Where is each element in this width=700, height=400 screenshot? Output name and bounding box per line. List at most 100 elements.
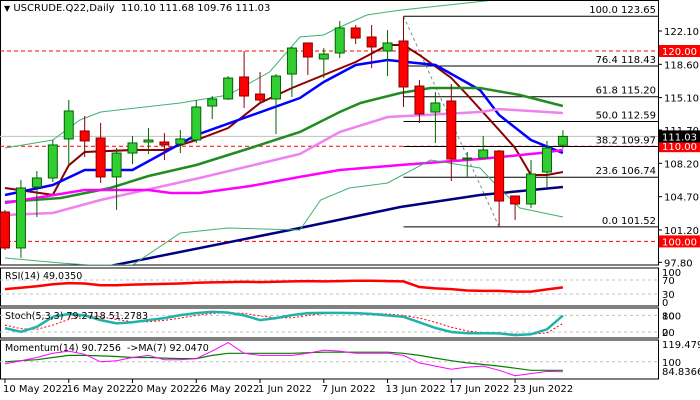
- price-axis-label: 115.10: [664, 94, 699, 105]
- candle-body: [0, 211, 10, 249]
- candle-body: [79, 130, 90, 142]
- candle-body: [366, 36, 377, 48]
- fib-level-label: 50.0 112.59: [596, 111, 656, 122]
- symbol-label: USCRUDE.Q22,Daily: [13, 3, 115, 14]
- price-axis-label: 118.60: [664, 60, 699, 71]
- candle-body: [334, 27, 345, 54]
- candle: [111, 148, 122, 210]
- candle-body: [47, 144, 58, 179]
- candle: [239, 50, 250, 109]
- rsi-label: RSI(14) 49.0350: [5, 271, 83, 282]
- time-axis-label: 16 May 2022: [67, 384, 132, 395]
- rsi-axis-label: 70: [662, 276, 675, 287]
- fib-level-label: 38.2 109.97: [596, 135, 656, 146]
- ema-mid-line: [4, 58, 564, 197]
- ema-fast-line: [4, 44, 564, 196]
- candle-body: [175, 138, 186, 145]
- candle-body: [223, 77, 234, 100]
- candle: [255, 72, 266, 103]
- candle-body: [478, 149, 489, 159]
- candle: [223, 76, 234, 101]
- candle-body: [302, 42, 313, 58]
- candle-body: [430, 102, 441, 113]
- candle: [526, 159, 537, 208]
- rsi-plot: [0, 279, 658, 295]
- candle-body: [462, 157, 473, 160]
- price-axis-label: 104.70: [664, 193, 699, 204]
- candle-body: [63, 110, 74, 140]
- stoch-axis-label: 0: [662, 328, 668, 339]
- candle: [95, 122, 106, 184]
- time-axis-label: 20 May 2022: [131, 384, 196, 395]
- ma-violet-line: [4, 107, 563, 217]
- candle-body: [270, 75, 281, 100]
- price-tag-label: 120.00: [662, 47, 697, 58]
- rsi-axis-label: 0: [662, 298, 668, 309]
- trading-chart-window: 100.0 123.65 76.4 118.43 61.8 115.20 50.0 1…: [0, 0, 700, 400]
- candle-body: [526, 173, 537, 205]
- price-tag-label: 100.00: [662, 237, 697, 248]
- ohlc-readout: 110.10 111.68 109.76 111.03: [120, 3, 271, 14]
- stoch-label: Stoch(5,3,3) 79.2718 51.2783: [5, 311, 149, 322]
- candle-body: [446, 100, 457, 160]
- price-chart[interactable]: 100.0 123.65 76.4 118.43 61.8 115.20 50.0 1…: [0, 0, 700, 400]
- candle: [557, 130, 568, 149]
- candle: [510, 195, 521, 220]
- candle-body: [191, 106, 202, 141]
- fib-level-label: 23.6 106.74: [596, 166, 656, 177]
- time-axis-label: 1 Jun 2022: [258, 384, 312, 395]
- momentum-axis-label: 84.8366: [662, 367, 700, 378]
- candle: [446, 84, 457, 182]
- candle-body: [159, 141, 170, 146]
- price-axis-label: 122.10: [664, 27, 699, 38]
- time-axis-label: 17 Jun 2022: [449, 384, 509, 395]
- candle: [494, 150, 505, 227]
- price-tag-label: 111.03: [662, 132, 697, 143]
- candle-body: [318, 53, 329, 60]
- candle: [127, 136, 138, 164]
- candle: [334, 21, 345, 59]
- fib-level-label: 61.8 115.20: [596, 86, 656, 97]
- candle-body: [31, 177, 42, 188]
- candle-body: [494, 150, 505, 202]
- fib-level-label: 100.0 123.65: [589, 5, 656, 16]
- time-axis-label: 10 May 2022: [3, 384, 68, 395]
- candle-body: [143, 139, 154, 143]
- ema-slow-line: [4, 86, 564, 204]
- momentum-axis-label: 119.4793: [662, 340, 700, 351]
- candle: [63, 100, 74, 166]
- main-panel-frame: [0, 0, 659, 266]
- candle-body: [541, 147, 552, 173]
- candle-body: [255, 93, 266, 101]
- candle-body: [557, 135, 568, 146]
- price-tag-label: 110.00: [662, 142, 697, 153]
- candle-body: [15, 187, 26, 249]
- candle-body: [239, 76, 250, 97]
- candle-body: [207, 98, 218, 107]
- fib-level-label: 76.4 118.43: [596, 55, 656, 66]
- candle: [350, 25, 361, 45]
- stoch-axis-label: 80: [662, 311, 675, 322]
- fib-level-label: 0.0 101.52: [602, 216, 656, 227]
- candle: [382, 30, 393, 77]
- candle-body: [350, 27, 361, 39]
- price-axis-label: 101.20: [664, 226, 699, 237]
- candle: [430, 92, 441, 143]
- price-axis-label: 108.20: [664, 159, 699, 170]
- time-axis-label: 13 Jun 2022: [386, 384, 446, 395]
- candle: [302, 42, 313, 75]
- candle: [270, 74, 281, 135]
- candle: [191, 100, 202, 143]
- collapse-arrow-icon[interactable]: ▼: [4, 4, 10, 13]
- time-axis-label: 23 Jun 2022: [513, 384, 573, 395]
- chart-header: ▼ USCRUDE.Q22,Daily 110.10 111.68 109.76…: [4, 3, 270, 14]
- rsi-line: [4, 279, 564, 293]
- time-axis-label: 26 May 2022: [194, 384, 259, 395]
- candle-body: [414, 85, 425, 115]
- band-lower-line: [4, 159, 564, 265]
- candle-body: [286, 47, 297, 75]
- candle: [541, 140, 552, 188]
- candle-body: [95, 137, 106, 178]
- candle-body: [510, 195, 521, 205]
- candle-body: [127, 142, 138, 154]
